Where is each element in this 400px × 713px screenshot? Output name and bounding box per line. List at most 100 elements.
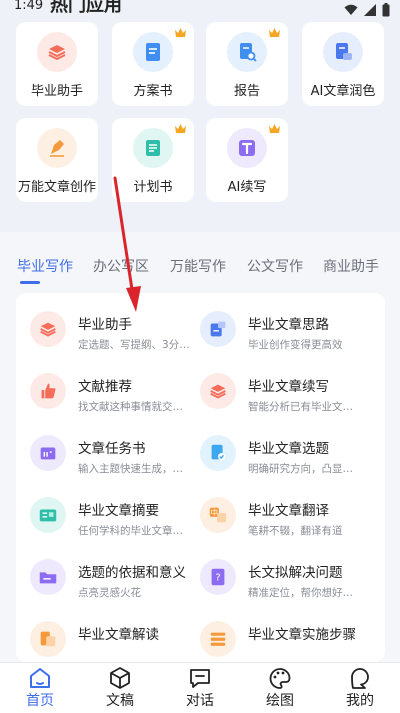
feature-graduation-assistant[interactable]: 毕业助手 定选题、写提纲、3分钟出初稿 [16,293,196,355]
nav-chat[interactable]: 对话 [160,663,240,713]
feature-title: 长文拟解决问题 [248,565,343,581]
feature-title: 文献推荐 [78,379,132,395]
read-icon [40,631,56,647]
feature-subtitle: 毕业创作变得更高效 [248,339,343,351]
question-icon: ? [211,568,225,586]
feature-icon-bg [200,435,236,471]
feature-icon-bg [30,497,66,533]
stack-icon [40,322,56,337]
tool-label: 毕业助手 [30,84,83,99]
feature-title: 毕业助手 [78,317,132,333]
tool-card-ai-polish[interactable]: AI文章润色 [302,22,384,106]
tool-card-proposal[interactable]: 方案书 [112,22,194,106]
status-icons [344,3,390,17]
signal-icon [364,4,376,16]
feature-title: 毕业文章选题 [248,441,329,457]
battery-icon [382,3,390,17]
chat-doc-icon [336,43,352,60]
svg-text:?: ? [215,573,220,584]
tab-business-assistant[interactable]: 商业助手 [323,256,379,276]
feature-icon-bg: 中 [200,497,236,533]
feature-topic-selection[interactable]: 毕业文章选题 明确研究方向，凸显价值 [186,417,366,479]
folder-icon [39,572,57,584]
feature-subtitle: 智能分析已有毕业文章内容 [248,401,360,413]
report-search-icon [240,43,257,62]
nav-drawing[interactable]: 绘图 [240,663,320,713]
tool-card-universal-writing[interactable]: 万能文章创作 [16,118,98,202]
steps-icon [210,632,226,646]
profile-icon [351,668,369,689]
feature-subtitle: 任何学科的毕业文章摘要 [78,525,190,537]
active-tab-indicator [20,281,40,284]
feature-article-interpretation[interactable]: 毕业文章解读 [16,603,196,662]
tab-office-writing[interactable]: 办公写区 [93,256,149,276]
feature-title: 毕业文章翻译 [248,503,329,519]
tool-card-plan[interactable]: 计划书 [112,118,194,202]
crown-icon [269,124,280,133]
feature-article-ideas[interactable]: 毕业文章思路 毕业创作变得更高效 [186,293,366,355]
tab-graduation-writing[interactable]: 毕业写作 [17,256,73,276]
tool-label: 报告 [233,84,260,99]
wifi-icon [344,4,358,15]
feature-icon-bg: ? [200,559,236,595]
thumb-up-icon [41,383,56,399]
feature-icon-bg [200,373,236,409]
feature-title: 选题的依据和意义 [78,565,186,581]
tool-icon-bg [227,128,267,168]
plan-icon [146,140,160,156]
tool-label: 计划书 [133,180,173,195]
feature-icon-bg [30,373,66,409]
crown-icon [175,124,186,133]
tool-icon-bg [37,128,77,168]
feature-problem-solving[interactable]: ? 长文拟解决问题 精准定位，帮你想好问题 [186,541,366,603]
pen-icon [50,140,64,157]
stack-icon [48,45,66,61]
feature-article-continue[interactable]: 毕业文章续写 智能分析已有毕业文章内容 [186,355,366,417]
feature-subtitle: 找文献这种事情就交给我吧 [78,401,190,413]
nav-label: 我的 [346,693,374,709]
tool-icon-bg [37,32,77,72]
home-icon [30,668,50,688]
feature-topic-basis[interactable]: 选题的依据和意义 点亮灵感火花 [16,541,196,603]
tool-label: 万能文章创作 [17,180,96,195]
feature-icon-bg [30,559,66,595]
tool-icon-bg [133,128,173,168]
feature-literature-recommend[interactable]: 文献推荐 找文献这种事情就交给我吧 [16,355,196,417]
feature-title: 毕业文章续写 [248,379,329,395]
status-bar: 热门应用 1:49 [0,0,400,20]
feature-title: 文章任务书 [78,441,146,457]
tab-universal-writing[interactable]: 万能写作 [170,256,226,276]
nav-profile[interactable]: 我的 [320,663,400,713]
crown-icon [269,28,280,37]
bottom-nav: 首页 文稿 对话 绘图 我的 [0,662,400,713]
summary-icon [39,509,57,522]
idea-doc-icon [210,321,226,337]
feature-subtitle: 点亮灵感火花 [78,587,141,599]
tool-card-report[interactable]: 报告 [206,22,288,106]
document-icon [146,43,160,61]
feature-title: 毕业文章解读 [78,627,159,643]
tab-official-writing[interactable]: 公文写作 [247,256,303,276]
nav-drafts[interactable]: 文稿 [80,663,160,713]
category-tabs: 毕业写作 办公写区 万能写作 公文写作 商业助手 [0,244,400,284]
nav-home[interactable]: 首页 [0,663,80,713]
feature-task-book[interactable]: 文章任务书 输入主题快速生成，一键完成 [16,417,196,479]
tool-card-graduation-assistant[interactable]: 毕业助手 [16,22,98,106]
feature-subtitle: 精准定位，帮你想好问题 [248,587,360,599]
tool-label: 方案书 [133,84,173,99]
feature-implementation-steps[interactable]: 毕业文章实施步骤 [186,603,366,662]
feature-subtitle: 明确研究方向，凸显价值 [248,463,360,475]
feature-panel: 毕业助手 定选题、写提纲、3分钟出初稿 毕业文章思路 毕业创作变得更高效 文献推… [16,293,385,662]
feature-title: 毕业文章实施步骤 [248,627,356,643]
feature-icon-bg [30,311,66,347]
feature-translation[interactable]: 中 毕业文章翻译 笔耕不辍，翻译有道 [186,479,366,541]
section-title-partial: 热门应用 [50,0,122,16]
svg-text:中: 中 [211,508,218,517]
feature-subtitle: 输入主题快速生成，一键完成 [78,463,190,475]
nav-label: 文稿 [106,693,134,709]
feature-abstract[interactable]: 毕业文章摘要 任何学科的毕业文章摘要 [16,479,196,541]
tool-icon-bg [227,32,267,72]
nav-label: 绘图 [266,693,294,709]
tool-card-ai-continue[interactable]: AI续写 [206,118,288,202]
feature-title: 毕业文章摘要 [78,503,159,519]
